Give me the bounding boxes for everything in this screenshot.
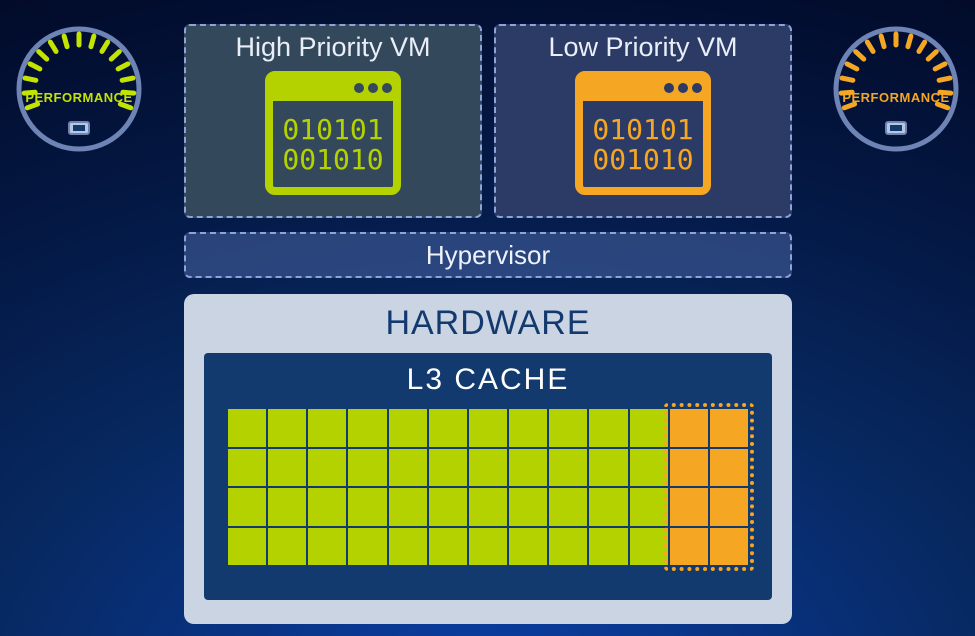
- cache-cell-high: [429, 409, 467, 447]
- cache-cell-low: [710, 528, 748, 566]
- code-line: 010101: [592, 113, 693, 146]
- cache-grid: [228, 409, 748, 565]
- performance-gauge-low: PERFORMANCE: [831, 24, 961, 154]
- cache-cell-high: [509, 488, 547, 526]
- cache-cell-high: [630, 449, 668, 487]
- cache-title: L3 CACHE: [407, 363, 570, 397]
- cache-cell-high: [228, 409, 266, 447]
- cache-cell-high: [509, 409, 547, 447]
- cache-cell-low: [710, 449, 748, 487]
- cache-cell-high: [308, 488, 346, 526]
- gauge-dial-icon: [831, 24, 961, 154]
- vm-title: High Priority VM: [235, 32, 430, 63]
- cache-cell-high: [509, 528, 547, 566]
- cache-cell-high: [389, 488, 427, 526]
- cache-cell-low: [710, 488, 748, 526]
- cache-cell-high: [549, 449, 587, 487]
- cache-cell-high: [429, 488, 467, 526]
- cache-cell-high: [429, 449, 467, 487]
- code-line: 001010: [282, 143, 383, 176]
- cache-cell-high: [549, 409, 587, 447]
- cache-cell-high: [389, 449, 427, 487]
- performance-gauge-high: PERFORMANCE: [14, 24, 144, 154]
- cache-cell-high: [268, 449, 306, 487]
- cache-cell-high: [268, 409, 306, 447]
- cache-cell-high: [308, 409, 346, 447]
- cache-cell-high: [549, 528, 587, 566]
- cache-cell-high: [589, 488, 627, 526]
- cache-cell-high: [228, 449, 266, 487]
- cache-cell-high: [469, 528, 507, 566]
- cache-cell-high: [308, 528, 346, 566]
- cache-cell-high: [348, 449, 386, 487]
- gauge-label: PERFORMANCE: [14, 90, 144, 105]
- cache-cell-high: [509, 449, 547, 487]
- hypervisor-label: Hypervisor: [426, 240, 550, 271]
- vm-window-icon: 010101 001010: [263, 69, 403, 197]
- cache-cell-high: [429, 528, 467, 566]
- gauge-label: PERFORMANCE: [831, 90, 961, 105]
- code-line: 001010: [592, 143, 693, 176]
- cache-cell-high: [268, 488, 306, 526]
- cache-grid-wrap: [228, 409, 748, 565]
- cache-cell-high: [630, 488, 668, 526]
- code-line: 010101: [282, 113, 383, 146]
- cache-cell-high: [589, 449, 627, 487]
- cache-cell-high: [348, 528, 386, 566]
- l3-cache-block: L3 CACHE: [204, 353, 772, 600]
- vm-row: High Priority VM 010101 001010 Low Prior…: [184, 24, 792, 218]
- cache-cell-low: [670, 409, 708, 447]
- cache-cell-high: [348, 409, 386, 447]
- cache-cell-high: [228, 488, 266, 526]
- cache-cell-high: [469, 488, 507, 526]
- high-priority-vm-box: High Priority VM 010101 001010: [184, 24, 482, 218]
- cache-cell-high: [228, 528, 266, 566]
- cache-cell-high: [469, 409, 507, 447]
- cache-cell-high: [308, 449, 346, 487]
- cache-cell-high: [589, 528, 627, 566]
- cache-cell-high: [630, 409, 668, 447]
- cache-cell-high: [389, 409, 427, 447]
- cache-cell-high: [589, 409, 627, 447]
- cache-cell-low: [670, 488, 708, 526]
- hardware-title: HARDWARE: [385, 304, 590, 343]
- vm-title: Low Priority VM: [548, 32, 737, 63]
- cache-cell-high: [268, 528, 306, 566]
- gauge-dial-icon: [14, 24, 144, 154]
- cache-cell-high: [469, 449, 507, 487]
- vm-window-icon: 010101 001010: [573, 69, 713, 197]
- cache-cell-high: [389, 528, 427, 566]
- cache-cell-high: [348, 488, 386, 526]
- cache-cell-low: [710, 409, 748, 447]
- cache-cell-low: [670, 528, 708, 566]
- low-priority-vm-box: Low Priority VM 010101 001010: [494, 24, 792, 218]
- hypervisor-bar: Hypervisor: [184, 232, 792, 278]
- cache-cell-high: [549, 488, 587, 526]
- cache-cell-high: [630, 528, 668, 566]
- hardware-panel: HARDWARE L3 CACHE: [184, 294, 792, 624]
- cache-cell-low: [670, 449, 708, 487]
